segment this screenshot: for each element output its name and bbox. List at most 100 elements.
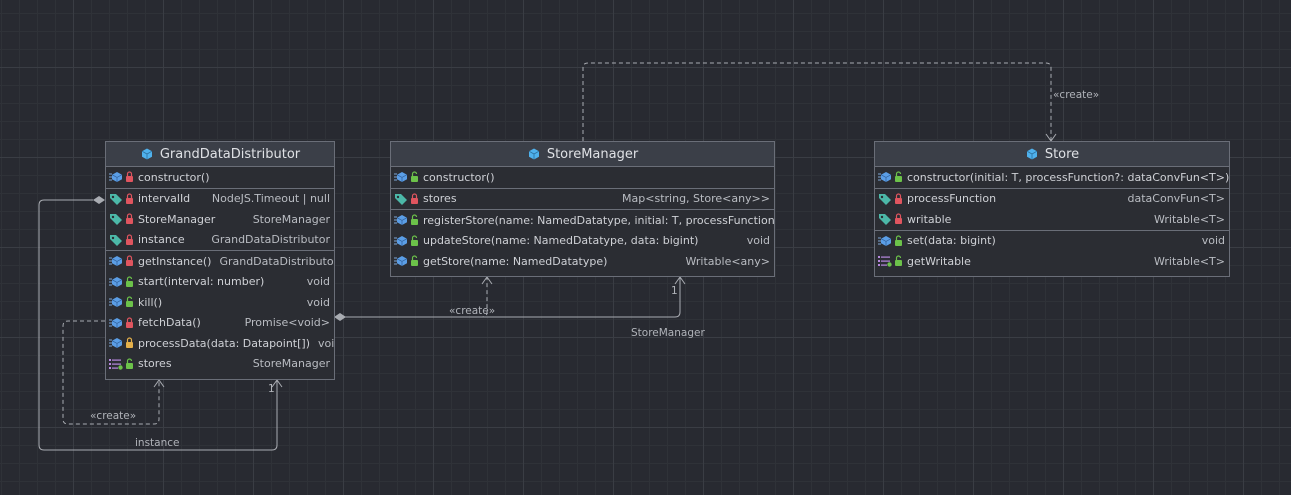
method-icon: [878, 171, 892, 183]
field-icon: [109, 193, 123, 205]
public-lock-icon: [894, 255, 903, 267]
member-name: getWritable: [907, 254, 971, 268]
member-row-start[interactable]: start(interval: number) void: [106, 272, 334, 293]
member-row-processfunction[interactable]: processFunction dataConvFun<T>: [875, 189, 1229, 210]
multiplicity-label-storemanager: 1: [671, 285, 678, 297]
member-type: Promise<void>: [244, 316, 330, 330]
public-lock-icon: [410, 171, 419, 183]
member-row-writable[interactable]: writable Writable<T>: [875, 209, 1229, 230]
association-edge-grand-storemanager: [345, 277, 681, 318]
constructor-section: constructor(initial: T, processFunction?…: [875, 167, 1229, 189]
member-row-intervalid[interactable]: intervalId NodeJS.Timeout | null: [106, 189, 334, 210]
member-row-fetchdata[interactable]: fetchData() Promise<void>: [106, 313, 334, 334]
private-lock-icon: [125, 255, 134, 267]
class-box-store[interactable]: Store constructor(initial: T, processFunc…: [874, 141, 1230, 277]
class-icon: [527, 148, 541, 160]
member-name: writable: [907, 212, 952, 226]
member-name: stores: [423, 192, 457, 206]
method-icon: [109, 296, 123, 308]
class-box-granddatadistributor[interactable]: GrandDataDistributor constructor() interva…: [105, 141, 335, 380]
method-icon: [878, 235, 892, 247]
method-icon: [109, 276, 123, 288]
member-row-processdata[interactable]: processData(data: Datapoint[]) void: [106, 333, 334, 354]
member-name: intervalId: [138, 192, 191, 206]
member-name: constructor(): [423, 170, 495, 184]
public-lock-icon: [410, 255, 419, 267]
member-type: Map<string, Store<any>>: [622, 192, 770, 206]
public-lock-icon: [125, 276, 134, 288]
member-name: updateStore(name: NamedDatatype, data: b…: [423, 234, 699, 248]
member-name: kill(): [138, 295, 163, 309]
member-type: void: [306, 275, 330, 289]
member-row-instance[interactable]: instance GrandDataDistributor: [106, 230, 334, 251]
class-header[interactable]: StoreManager: [391, 142, 774, 167]
class-name: Store: [1044, 146, 1080, 162]
member-row-set[interactable]: set(data: bigint) void: [875, 231, 1229, 252]
member-row-storemanager[interactable]: StoreManager StoreManager: [106, 209, 334, 230]
field-icon: [394, 193, 408, 205]
member-row-stores[interactable]: stores StoreManager: [106, 354, 334, 375]
class-icon: [1025, 148, 1039, 160]
member-name: fetchData(): [138, 316, 201, 330]
class-name: GrandDataDistributor: [159, 146, 301, 162]
protected-lock-icon: [125, 337, 134, 349]
class-header[interactable]: GrandDataDistributor: [106, 142, 334, 167]
private-lock-icon: [125, 317, 134, 329]
member-row-getwritable[interactable]: getWritable Writable<T>: [875, 251, 1229, 272]
methods-section: set(data: bigint) void getWritable Writable…: [875, 231, 1229, 272]
constructor-section: constructor(): [106, 167, 334, 189]
field-icon: [109, 234, 123, 246]
member-row-kill[interactable]: kill() void: [106, 292, 334, 313]
create-label-storemanager: «create»: [449, 305, 496, 317]
member-name: instance: [138, 233, 185, 247]
member-type: void: [1201, 234, 1225, 248]
private-lock-icon: [894, 213, 903, 225]
class-box-storemanager[interactable]: StoreManager constructor() stores Map<strin…: [390, 141, 775, 277]
method-icon: [394, 235, 408, 247]
member-type: void: [746, 234, 770, 248]
aggregation-diamond-storemanager: [334, 313, 346, 321]
member-type: GrandDataDistributor: [219, 254, 334, 268]
private-lock-icon: [894, 193, 903, 205]
member-row-getinstance[interactable]: getInstance() GrandDataDistributor: [106, 251, 334, 272]
member-row-getstore[interactable]: getStore(name: NamedDatatype) Writable<an…: [391, 251, 774, 272]
member-name: set(data: bigint): [907, 234, 996, 248]
member-row-constructor[interactable]: constructor(): [106, 167, 334, 188]
member-name: getStore(name: NamedDatatype): [423, 254, 608, 268]
private-lock-icon: [125, 193, 134, 205]
public-lock-icon: [410, 214, 419, 226]
member-name: stores: [138, 357, 172, 371]
member-row-stores[interactable]: stores Map<string, Store<any>>: [391, 189, 774, 210]
member-row-updatestore[interactable]: updateStore(name: NamedDatatype, data: b…: [391, 231, 774, 252]
field-icon: [109, 213, 123, 226]
class-header[interactable]: Store: [875, 142, 1229, 167]
member-row-constructor[interactable]: constructor(initial: T, processFunction?…: [875, 167, 1229, 188]
member-type: Writable<T>: [1154, 212, 1225, 226]
member-type: GrandDataDistributor: [211, 233, 330, 247]
public-lock-icon: [894, 235, 903, 247]
private-lock-icon: [125, 234, 134, 246]
method-icon: [394, 214, 408, 226]
member-name: start(interval: number): [138, 275, 265, 289]
method-icon: [394, 171, 408, 183]
role-label-instance: instance: [135, 437, 180, 449]
member-name: processFunction: [907, 192, 997, 206]
member-type: Writable<T>: [1154, 254, 1225, 268]
create-label-store: «create»: [1053, 89, 1100, 101]
method-icon: [109, 171, 123, 183]
member-name: constructor(initial: T, processFunction?…: [907, 170, 1229, 184]
property-icon: [878, 255, 892, 267]
class-name: StoreManager: [546, 146, 639, 162]
member-name: processData(data: Datapoint[]): [138, 336, 310, 350]
field-icon: [878, 213, 892, 226]
member-name: getInstance(): [138, 254, 212, 268]
methods-section: getInstance() GrandDataDistributor start(i…: [106, 251, 334, 374]
fields-section: intervalId NodeJS.Timeout | null StoreMana…: [106, 189, 334, 251]
member-row-constructor[interactable]: constructor(): [391, 167, 774, 188]
method-icon: [109, 255, 123, 267]
member-row-registerstore[interactable]: registerStore(name: NamedDatatype, initi…: [391, 210, 774, 231]
method-icon: [109, 337, 123, 349]
member-name: constructor(): [138, 170, 210, 184]
member-type: StoreManager: [252, 357, 330, 371]
member-type: void: [306, 295, 330, 309]
